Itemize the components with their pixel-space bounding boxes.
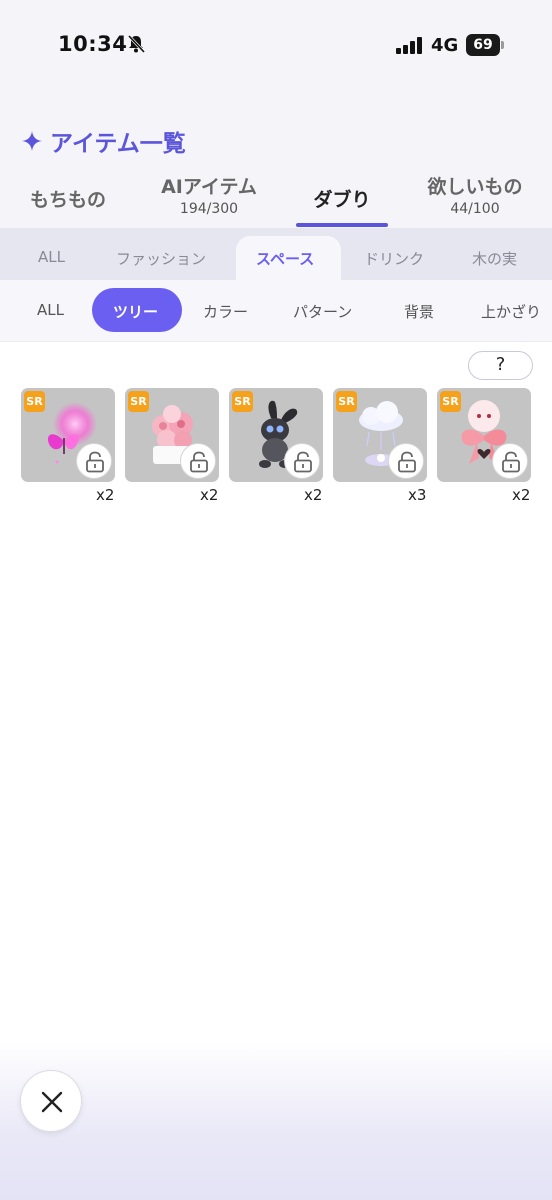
active-tab-indicator [296, 223, 388, 227]
sub-filter-color[interactable]: カラー [203, 301, 248, 322]
category-drink[interactable]: ドリンク [364, 248, 424, 269]
tab-mochimono[interactable]: もちもの [22, 185, 114, 212]
tab-label: もちもの [29, 189, 106, 211]
sub-filter-background[interactable]: 背景 [404, 301, 434, 322]
status-time: 10:34 [58, 32, 128, 56]
item-card[interactable]: SR [229, 388, 323, 482]
tab-label: ダブり [313, 189, 371, 211]
tab-count: 44/100 [450, 201, 500, 217]
tab-label: AIアイテム [161, 176, 257, 198]
item-count: x2 [512, 486, 531, 504]
help-button[interactable]: ? [468, 351, 533, 380]
battery-icon: 69 [466, 34, 500, 56]
item-count: x2 [96, 486, 115, 504]
sub-filter-tree[interactable]: ツリー [113, 301, 158, 322]
rarity-badge: SR [232, 391, 253, 412]
tab-ai-items[interactable]: AIアイテム 194/300 [148, 172, 270, 217]
tab-duplicates[interactable]: ダブり [296, 185, 388, 212]
sub-filter-pattern[interactable]: パターン [293, 301, 352, 322]
close-button[interactable] [20, 1070, 82, 1132]
network-type: 4G [431, 35, 459, 56]
tab-label: 欲しいもの [427, 176, 523, 198]
rarity-badge: SR [336, 391, 357, 412]
rarity-badge: SR [128, 391, 149, 412]
category-nuts[interactable]: 木の実 [472, 248, 517, 269]
status-bar: 10:34 4G 69 [0, 0, 552, 90]
battery-tip [501, 41, 504, 49]
page-title: アイテム一覧 [50, 131, 186, 157]
lock-icon[interactable] [180, 443, 216, 479]
close-icon [41, 1091, 63, 1113]
tab-count: 194/300 [179, 201, 239, 217]
lock-icon[interactable] [388, 443, 424, 479]
lock-icon[interactable] [492, 443, 528, 479]
item-count: x3 [408, 486, 427, 504]
item-card[interactable]: SR [21, 388, 115, 482]
item-card[interactable]: SR [125, 388, 219, 482]
page-title-row: アイテム一覧 [20, 124, 186, 158]
bell-slash-icon [127, 34, 146, 54]
rarity-badge: SR [24, 391, 45, 412]
sparkle-icon [22, 131, 42, 151]
category-space[interactable]: スペース [256, 248, 314, 269]
item-count: x2 [200, 486, 219, 504]
sub-filter-all[interactable]: ALL [37, 301, 64, 319]
item-card[interactable]: SR [437, 388, 531, 482]
category-fashion[interactable]: ファッション [116, 248, 206, 269]
signal-icon [396, 36, 422, 54]
lock-icon[interactable] [76, 443, 112, 479]
sub-filter-bar [0, 280, 552, 342]
rarity-badge: SR [440, 391, 461, 412]
sub-filter-top-decoration[interactable]: 上かざり [481, 301, 541, 322]
item-card[interactable]: SR [333, 388, 427, 482]
item-count: x2 [304, 486, 323, 504]
footer-gradient [0, 1040, 552, 1200]
tab-wishlist[interactable]: 欲しいもの 44/100 [414, 172, 536, 217]
category-all[interactable]: ALL [38, 248, 65, 266]
lock-icon[interactable] [284, 443, 320, 479]
